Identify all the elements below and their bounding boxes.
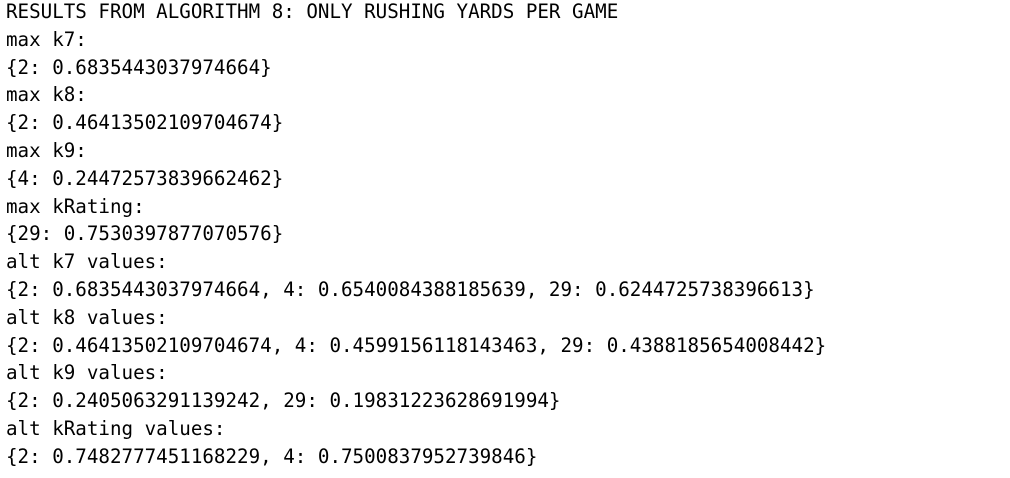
alt-k8-values: {2: 0.46413502109704674, 4: 0.4599156118… [6,333,827,357]
alt-krating-values: {2: 0.7482777451168229, 4: 0.75008379527… [6,444,538,468]
alt-k8-label: alt k8 values: [6,305,168,329]
alt-krating-label: alt kRating values: [6,416,226,440]
alt-k9-values: {2: 0.2405063291139242, 29: 0.1983122362… [6,389,561,413]
terminal-output: RESULTS FROM ALGORITHM 8: ONLY RUSHING Y… [0,0,1010,476]
max-k9-value: {4: 0.24472573839662462} [6,166,284,190]
max-krating-value: {29: 0.7530397877070576} [6,222,284,246]
alt-k7-values: {2: 0.6835443037974664, 4: 0.65400843881… [6,277,815,301]
max-k7-label: max k7: [6,27,87,51]
results-heading: RESULTS FROM ALGORITHM 8: ONLY RUSHING Y… [6,0,619,23]
max-krating-label: max kRating: [6,194,145,218]
alt-k9-label: alt k9 values: [6,361,168,385]
max-k8-value: {2: 0.46413502109704674} [6,111,284,135]
max-k7-value: {2: 0.6835443037974664} [6,55,272,79]
alt-k7-label: alt k7 values: [6,250,168,274]
max-k8-label: max k8: [6,83,87,107]
max-k9-label: max k9: [6,138,87,162]
